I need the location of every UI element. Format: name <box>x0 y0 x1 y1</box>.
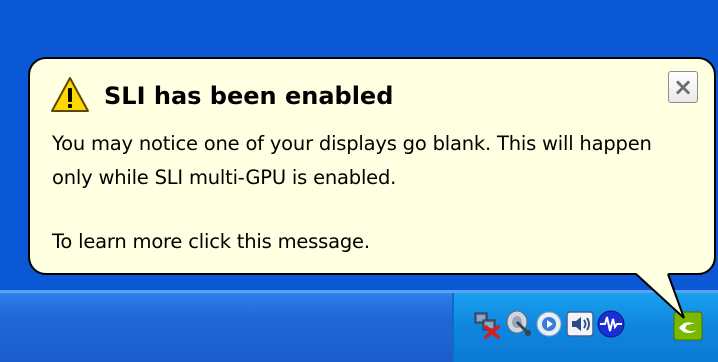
balloon-message-line[interactable]: You may notice one of your displays go b… <box>52 132 652 155</box>
nvidia-icon[interactable] <box>673 311 703 341</box>
satellite-dish-icon[interactable] <box>504 309 534 339</box>
warning-icon <box>51 77 89 112</box>
balloon-message-line[interactable]: only while SLI multi-GPU is enabled. <box>52 166 396 189</box>
network-disconnected-icon[interactable] <box>472 309 502 339</box>
media-player-icon[interactable] <box>534 309 564 339</box>
audio-waveform-icon[interactable] <box>596 309 626 339</box>
balloon-title: SLI has been enabled <box>104 82 394 110</box>
close-button[interactable]: × <box>668 71 698 103</box>
volume-speaker-icon[interactable] <box>565 309 595 339</box>
learn-more-link[interactable]: To learn more click this message. <box>52 230 370 253</box>
